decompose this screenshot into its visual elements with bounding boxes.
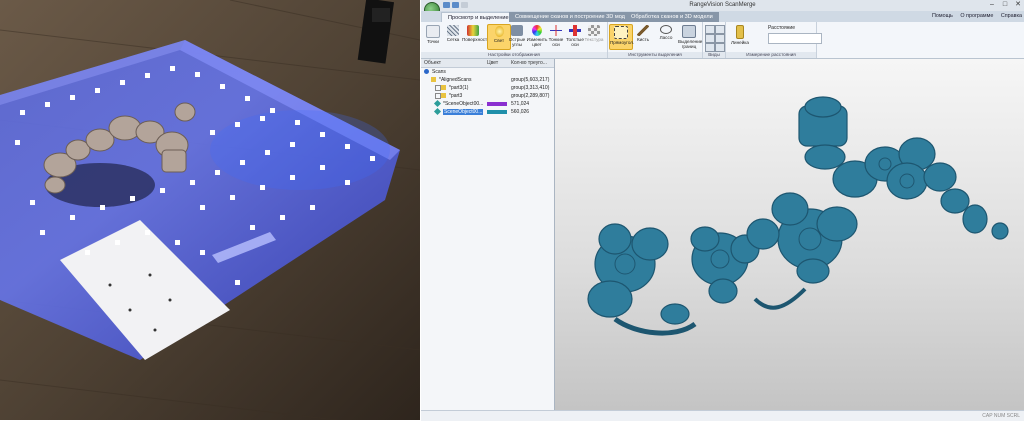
texture-icon <box>588 25 600 36</box>
texture-button[interactable]: Текстура <box>583 24 605 48</box>
distance-field[interactable] <box>768 33 822 44</box>
help-menu: Помощь О программе Справка <box>926 13 1022 19</box>
minimize-button[interactable]: – <box>986 0 998 10</box>
status-indicators: CAP NUM SCRL <box>982 413 1020 419</box>
mesh-icon <box>447 25 459 36</box>
close-button[interactable]: ✕ <box>1012 0 1024 10</box>
view-top-icon[interactable] <box>705 43 715 52</box>
folder-icon <box>441 93 446 98</box>
tree-row-aligned-scans[interactable]: *AlignedScans group(5,603,217) <box>421 76 554 84</box>
scene-root-icon <box>424 69 429 74</box>
tree-row-scene-object-1[interactable]: *SceneObject00... 571,024 <box>421 99 554 108</box>
display-settings-label: Настройки отображения <box>421 52 607 58</box>
surface-icon <box>467 25 479 36</box>
window-title: RangeVision ScanMerge <box>689 2 756 8</box>
points-button[interactable]: Точки <box>422 24 444 48</box>
boundary-icon <box>682 25 696 38</box>
mesh-button[interactable]: Сетка <box>442 24 464 48</box>
folder-icon <box>431 77 436 82</box>
display-settings-group: Точки Сетка Поверхность Свет Острые углы… <box>421 22 608 58</box>
points-icon <box>426 25 440 38</box>
view-back-icon[interactable] <box>715 25 725 34</box>
tree-row-part3-1[interactable]: *part3(1) group(3,313,410) <box>421 84 554 92</box>
color-swatch[interactable] <box>487 102 507 106</box>
brush-icon <box>637 25 649 36</box>
ruler-icon <box>736 25 744 39</box>
thin-axes-icon <box>550 25 562 36</box>
column-color[interactable]: Цвет <box>487 60 498 66</box>
distance-label: Расстояние <box>768 25 796 31</box>
status-bar: CAP NUM SCRL <box>421 410 1024 421</box>
color-swatch[interactable] <box>487 110 507 114</box>
ribbon-tabs: Просмотр и выделение Совмещение сканов и… <box>421 11 1024 23</box>
brush-select-button[interactable]: Кисть <box>632 24 654 48</box>
surface-button[interactable]: Поверхность <box>462 24 490 48</box>
scan-table-photo <box>0 0 420 420</box>
tab-align-build[interactable]: Совмещение сканов и построение 3D модели <box>509 12 641 22</box>
boundary-select-button[interactable]: Выделение границ <box>678 24 702 49</box>
measure-distance-label: Измерение расстояния <box>726 52 816 58</box>
selection-tools-label: Инструменты выделения <box>608 52 702 58</box>
scanmerge-window: RangeVision ScanMerge – □ ✕ Просмотр и в… <box>421 0 1024 421</box>
ribbon: Точки Сетка Поверхность Свет Острые углы… <box>421 22 1024 59</box>
view-left-icon[interactable] <box>705 34 715 43</box>
reference-link[interactable]: Справка <box>1001 13 1022 19</box>
help-link[interactable]: Помощь <box>932 13 953 19</box>
mesh-object-icon <box>433 99 442 108</box>
tree-row-scans[interactable]: Scans <box>421 68 554 76</box>
ruler-button[interactable]: Линейка <box>727 24 753 48</box>
rectangle-select-button[interactable]: Прямоугол. <box>609 24 634 50</box>
scanned-model <box>587 96 1009 336</box>
mesh-object-icon <box>433 107 442 116</box>
sharp-edges-icon <box>511 25 523 36</box>
view-front-icon[interactable] <box>705 25 715 34</box>
maximize-button[interactable]: □ <box>999 0 1011 10</box>
3d-viewport[interactable] <box>555 59 1024 410</box>
measure-distance-group: Линейка Расстояние Измерение расстояния <box>726 22 822 58</box>
lasso-select-button[interactable]: Лассо <box>655 24 677 48</box>
tree-row-part3[interactable]: *part3 group(2,289,807) <box>421 92 554 100</box>
tab-processing[interactable]: Обработка сканов и 3D модели <box>625 12 719 22</box>
column-object[interactable]: Объект <box>424 60 441 66</box>
view-bottom-icon[interactable] <box>715 43 725 52</box>
view-right-icon[interactable] <box>715 34 725 43</box>
views-label: Виды <box>703 52 725 58</box>
sharp-edges-button[interactable]: Острые углы <box>506 24 528 48</box>
tree-header: Объект Цвет Кол-во треуго... <box>421 59 554 68</box>
lasso-icon <box>660 25 672 34</box>
column-triangles[interactable]: Кол-во треуго... <box>511 60 547 66</box>
thick-axes-icon <box>569 25 581 36</box>
views-group: Виды <box>703 22 726 58</box>
color-wheel-icon <box>532 25 542 36</box>
rectangle-select-icon <box>614 26 628 39</box>
light-bulb-icon <box>494 26 504 37</box>
scene-tree-panel: Объект Цвет Кол-во треуго... Scans *Alig… <box>421 59 555 410</box>
about-link[interactable]: О программе <box>960 13 993 19</box>
selection-tools-group: Прямоугол. Кисть Лассо Выделение границ … <box>608 22 703 58</box>
folder-icon <box>441 85 446 90</box>
tree-row-scene-object-2[interactable]: SceneObject00... 560,026 <box>421 107 554 116</box>
